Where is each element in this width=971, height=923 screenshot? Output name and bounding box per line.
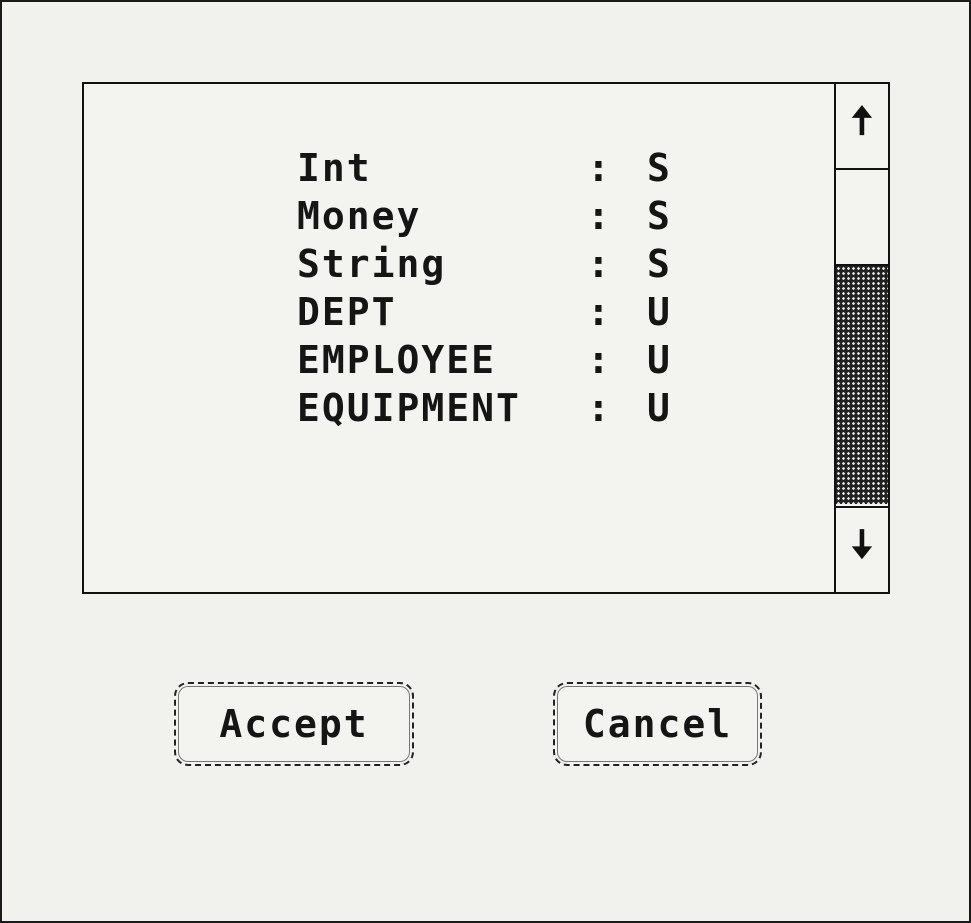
item-kind: S xyxy=(647,146,672,190)
list-item[interactable]: Int: S xyxy=(98,96,828,190)
arrow-down-icon: 🠇 xyxy=(851,522,873,568)
item-name: DEPT xyxy=(297,290,397,334)
item-separator: : xyxy=(587,386,612,430)
type-selection-dialog: Int: S Money: S String: S DEPT: U EMPLOYEE: U… xyxy=(0,0,971,923)
item-kind: U xyxy=(647,338,672,382)
type-list: Int: S Money: S String: S DEPT: U EMPLOYEE: U… xyxy=(98,96,828,586)
item-separator: : xyxy=(587,146,612,190)
accept-button[interactable]: Accept xyxy=(174,682,414,766)
arrow-up-icon: 🠅 xyxy=(851,98,873,144)
item-name: Int xyxy=(297,146,372,190)
item-name: Money xyxy=(297,194,422,238)
vertical-scrollbar[interactable]: 🠅 🠇 xyxy=(834,84,888,592)
cancel-button[interactable]: Cancel xyxy=(553,682,762,766)
item-kind: U xyxy=(647,386,672,430)
scroll-thumb[interactable] xyxy=(836,264,888,504)
item-kind: U xyxy=(647,290,672,334)
item-name: EMPLOYEE xyxy=(297,338,497,382)
item-name: EQUIPMENT xyxy=(297,386,521,430)
item-separator: : xyxy=(587,290,612,334)
item-kind: S xyxy=(647,194,672,238)
item-kind: S xyxy=(647,242,672,286)
item-separator: : xyxy=(587,338,612,382)
item-name: String xyxy=(297,242,447,286)
scroll-up-button[interactable]: 🠅 xyxy=(836,84,888,170)
item-separator: : xyxy=(587,194,612,238)
scroll-down-button[interactable]: 🠇 xyxy=(836,506,888,592)
type-listbox[interactable]: Int: S Money: S String: S DEPT: U EMPLOYEE: U… xyxy=(82,82,890,594)
item-separator: : xyxy=(587,242,612,286)
